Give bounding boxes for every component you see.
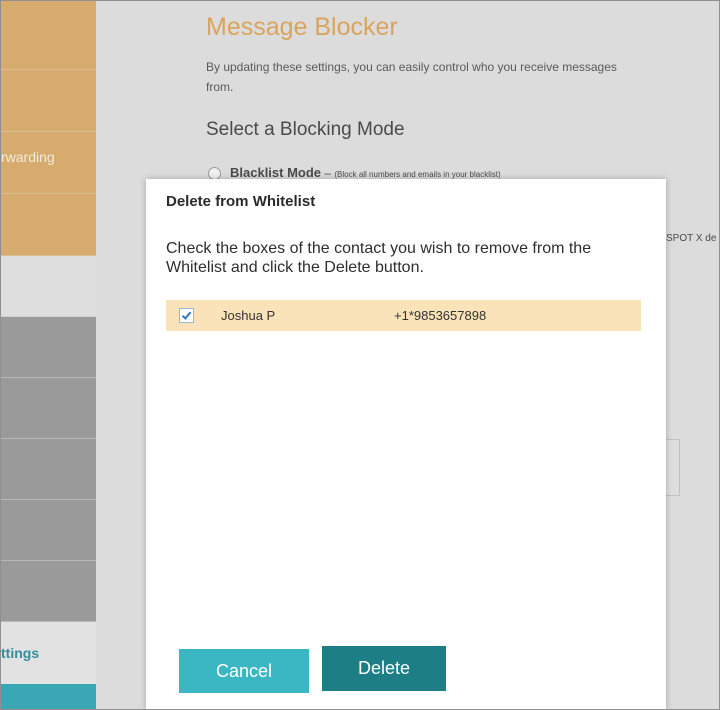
cancel-button[interactable]: Cancel [179,649,309,693]
sidebar-item-7[interactable] [1,378,96,439]
sidebar-item-5[interactable] [1,256,96,317]
contact-name: Joshua P [221,308,276,323]
blacklist-mode-note: (Block all numbers and emails in your bl… [334,170,501,179]
sidebar-item-4[interactable] [1,194,96,256]
dialog-title: Delete from Whitelist [166,193,316,210]
dialog-instructions: Check the boxes of the contact you wish … [166,240,592,276]
sidebar-item-6[interactable] [1,317,96,378]
sidebar-item-8[interactable] [1,439,96,500]
truncated-text: SPOT X de [666,233,717,244]
contact-row[interactable]: Joshua P +1*9853657898 [166,300,641,331]
app-frame: rwarding ttings Message Blocker By updat… [0,0,720,710]
sidebar-item-9[interactable] [1,500,96,561]
sidebar-item-settings[interactable]: ttings [1,622,96,684]
blacklist-mode-separator: – [321,166,335,180]
delete-button[interactable]: Delete [322,646,446,691]
sidebar-item-label: ttings [1,645,40,661]
blacklist-mode-option[interactable]: Blacklist Mode – (Block all numbers and … [230,165,501,180]
page-description: By updating these settings, you can easi… [206,60,617,94]
page-title: Message Blocker [206,13,398,41]
contact-phone: +1*9853657898 [394,308,487,323]
blacklist-mode-label: Blacklist Mode [230,165,322,180]
sidebar-item-forwarding[interactable]: rwarding [1,132,96,194]
sidebar-item-1[interactable] [1,1,96,70]
contact-checkbox[interactable] [179,308,194,323]
sidebar-item-bottom[interactable] [1,684,96,709]
sidebar: rwarding ttings [1,1,128,709]
delete-whitelist-dialog: Delete from Whitelist Check the boxes of… [146,179,666,709]
sidebar-item-active[interactable] [1,561,96,622]
sidebar-item-2[interactable] [1,70,96,132]
section-title: Select a Blocking Mode [206,119,405,140]
checkmark-icon [181,311,192,320]
sidebar-item-label: rwarding [1,149,55,165]
